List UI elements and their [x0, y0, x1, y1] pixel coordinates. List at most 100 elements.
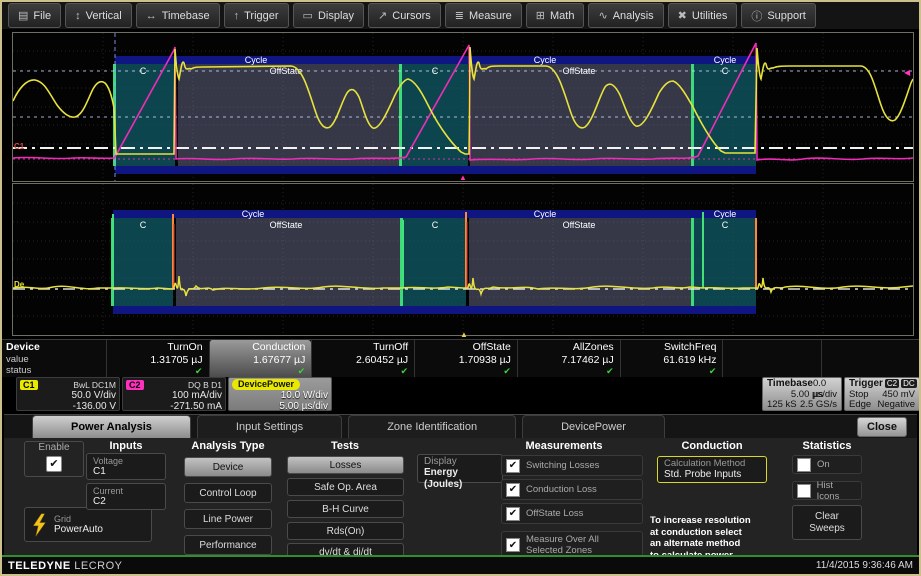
hist-icons-label: Hist Icons: [817, 480, 857, 502]
c2-offset: -271.50 mA: [126, 401, 222, 412]
trigger-slope: Negative: [878, 400, 916, 411]
c1-voltage-trace: [13, 47, 913, 154]
menu-file[interactable]: ▤File: [8, 3, 61, 28]
power-analysis-dialog: Power Analysis Input Settings Zone Ident…: [4, 414, 917, 560]
horizontal-arrows-icon: ↔: [146, 10, 157, 22]
menu-timebase[interactable]: ↔ Timebase: [136, 3, 220, 28]
teledyne-lecroy-logo: TELEDYNE LECROY: [8, 560, 123, 572]
test-bh-curve-button[interactable]: B-H Curve: [287, 500, 404, 518]
menu-cursors-label: Cursors: [392, 10, 431, 22]
test-safe-op-area-button[interactable]: Safe Op. Area: [287, 478, 404, 496]
status-check-icon: ✔: [314, 367, 408, 376]
c2-current-trace: [13, 43, 913, 160]
analysis-performance-button[interactable]: Performance: [184, 535, 272, 555]
trigger-edge-icon: ↑: [234, 10, 240, 22]
lower-waveform-grid[interactable]: C Cycle OffState C Cycle OffState Cycle …: [12, 183, 914, 336]
enable-checkbox[interactable]: ✔: [46, 456, 62, 472]
conduction-header: Conduction: [652, 440, 772, 452]
c2-coupling-flags: DQ B D1: [188, 380, 222, 390]
voltage-input-button[interactable]: Voltage C1: [86, 453, 166, 480]
status-check-icon: ✔: [520, 367, 614, 376]
menu-support-label: Support: [767, 10, 806, 22]
measure-col-empty: [722, 340, 821, 377]
oscilloscope-screen: ▤File ↕Vertical ↔Timebase ↑Trigger ▭Disp…: [0, 0, 921, 576]
test-losses-button[interactable]: Losses: [287, 456, 404, 474]
menu-vertical[interactable]: ↕Vertical: [65, 3, 132, 28]
trigger-type: Edge: [849, 400, 871, 411]
trigger-descriptor[interactable]: TriggerC2DC Stop450 mV EdgeNegative: [844, 377, 920, 411]
monitor-icon: ▭: [303, 9, 313, 22]
hist-icons-checkbox[interactable]: [797, 484, 811, 498]
measurements-header: Measurements: [504, 440, 624, 452]
menu-vertical-label: Vertical: [86, 10, 122, 22]
switching-losses-row[interactable]: ✔ Switching Losses: [501, 455, 643, 476]
menu-utilities[interactable]: ✖ Utilities: [668, 3, 738, 28]
close-button[interactable]: Close: [857, 417, 907, 437]
display-units-button[interactable]: Display Energy (Joules): [417, 454, 503, 483]
timebase-descriptor[interactable]: Timebase0.0 µs 5.00 µs/div 125 kS2.5 GS/…: [762, 377, 842, 411]
measure-lines-icon: ≣: [455, 9, 464, 22]
offstate-loss-row[interactable]: ✔ OffState Loss: [501, 503, 643, 524]
statistics-on-row[interactable]: On: [792, 455, 862, 474]
grid-mode-button[interactable]: Grid PowerAuto: [24, 507, 152, 542]
c1-channel-tag: C1: [20, 380, 38, 390]
menu-support[interactable]: ⓘSupport: [741, 3, 816, 28]
clear-sweeps-button[interactable]: Clear Sweeps: [792, 505, 862, 540]
measure-over-all-zones-checkbox[interactable]: ✔: [506, 538, 520, 552]
measure-col-turnon: TurnOn 1.31705 µJ ✔: [106, 340, 209, 377]
display-value: Energy (Joules): [424, 467, 496, 491]
measure-status-label: status: [6, 365, 100, 376]
grid-value: PowerAuto: [54, 524, 103, 536]
tab-power-analysis[interactable]: Power Analysis: [32, 415, 191, 438]
conduction-loss-label: Conduction Loss: [526, 484, 597, 495]
menu-analysis[interactable]: ∿Analysis: [588, 3, 663, 28]
menu-bar: ▤File ↕Vertical ↔ Timebase ↑Trigger ▭Disp…: [2, 2, 919, 29]
current-input-button[interactable]: Current C2: [86, 483, 166, 510]
offstate-loss-checkbox[interactable]: ✔: [506, 507, 520, 521]
switching-losses-checkbox[interactable]: ✔: [506, 459, 520, 473]
cursor-position-marker[interactable]: ▲: [460, 331, 468, 339]
calculation-method-button[interactable]: Calculation Method Std. Probe Inputs: [657, 456, 767, 483]
tab-input-settings[interactable]: Input Settings: [197, 415, 342, 438]
c2-channel-tag: C2: [126, 380, 144, 390]
measure-source-label: Device: [6, 341, 100, 353]
device-power-descriptor[interactable]: DevicePower 10.0 W/div 5.00 µs/div: [228, 377, 332, 411]
c1-offset-marker[interactable]: C1: [14, 142, 24, 151]
menu-math[interactable]: ⊞Math: [526, 3, 585, 28]
analysis-control-loop-button[interactable]: Control Loop: [184, 483, 272, 503]
device-power-label-marker[interactable]: De: [14, 280, 24, 289]
trigger-position-marker[interactable]: ▲: [459, 174, 467, 182]
device-power-tag: DevicePower: [232, 379, 300, 390]
c1-coupling-flags: BwL DC1M: [73, 380, 116, 390]
tab-zone-identification[interactable]: Zone Identification: [348, 415, 516, 438]
measurement-table: Device value status TurnOn 1.31705 µJ ✔ …: [2, 339, 919, 377]
upper-waveform-grid[interactable]: C Cycle OffState C Cycle OffState Cycle …: [12, 32, 914, 182]
device-power-scale: 10.0 W/div: [232, 390, 328, 401]
voltage-value: C1: [93, 466, 159, 478]
test-rds-on-button[interactable]: Rds(On): [287, 522, 404, 540]
timebase-rate: 2.5 GS/s: [800, 400, 837, 411]
analysis-line-power-button[interactable]: Line Power: [184, 509, 272, 529]
device-power-timebase: 5.00 µs/div: [232, 401, 328, 412]
menu-math-label: Math: [550, 10, 574, 22]
menu-trigger[interactable]: ↑Trigger: [224, 3, 289, 28]
waveform-chart-icon: ∿: [598, 9, 607, 22]
tools-icon: ✖: [678, 9, 687, 22]
c1-descriptor[interactable]: C1BwL DC1M 50.0 V/div -136.00 V: [16, 377, 120, 411]
menu-measure[interactable]: ≣Measure: [445, 3, 522, 28]
c1-offset: -136.00 V: [20, 401, 116, 412]
tab-device-power[interactable]: DevicePower: [522, 415, 665, 438]
conduction-loss-checkbox[interactable]: ✔: [506, 483, 520, 497]
menu-display[interactable]: ▭Display: [293, 3, 364, 28]
conduction-loss-row[interactable]: ✔ Conduction Loss: [501, 479, 643, 500]
statistics-on-checkbox[interactable]: [797, 458, 811, 472]
hist-icons-row[interactable]: Hist Icons: [792, 481, 862, 500]
analysis-device-button[interactable]: Device: [184, 457, 272, 477]
status-check-icon: ✔: [623, 367, 717, 376]
offstate-loss-label: OffState Loss: [526, 508, 583, 519]
trigger-level-marker[interactable]: ◀: [904, 69, 910, 77]
menu-timebase-label: Timebase: [162, 10, 210, 22]
menu-utilities-label: Utilities: [692, 10, 727, 22]
menu-cursors[interactable]: ↗Cursors: [368, 3, 441, 28]
c2-descriptor[interactable]: C2DQ B D1 100 mA/div -271.50 mA: [122, 377, 226, 411]
